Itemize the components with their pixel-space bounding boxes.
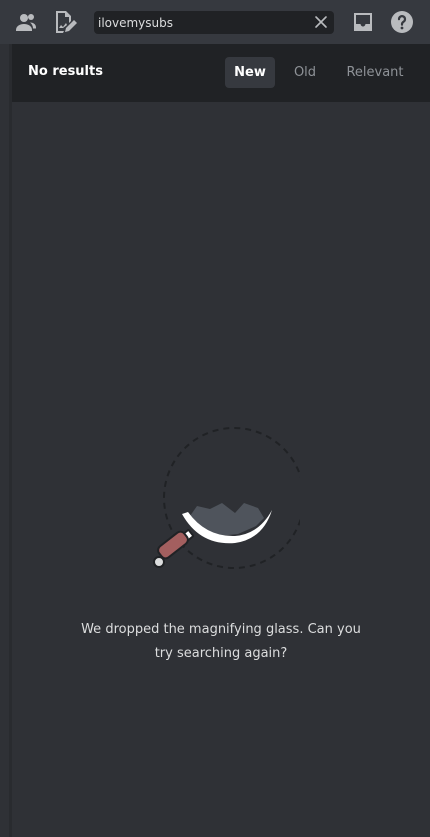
search-input[interactable]	[98, 13, 306, 32]
dropped-magnifying-glass-icon	[153, 427, 300, 569]
results-header: No results New Old Relevant	[12, 44, 430, 102]
search-box[interactable]	[94, 11, 334, 34]
tab-relevant[interactable]: Relevant	[338, 57, 412, 88]
empty-state-line-1: We dropped the magnifying glass. Can you	[81, 622, 361, 637]
help-icon[interactable]	[390, 10, 414, 34]
results-title: No results	[28, 64, 103, 79]
edit-document-icon[interactable]	[53, 10, 77, 34]
inbox-icon[interactable]	[351, 10, 375, 34]
tab-new[interactable]: New	[225, 57, 275, 88]
search-results-panel: No results New Old Relevant We dropped t…	[12, 44, 430, 837]
top-toolbar	[0, 0, 430, 44]
left-scroll-strip	[0, 44, 12, 837]
tab-old[interactable]: Old	[286, 57, 324, 88]
close-icon[interactable]	[314, 15, 328, 29]
empty-state-message: We dropped the magnifying glass. Can you…	[32, 618, 410, 666]
empty-state-line-2: try searching again?	[154, 646, 288, 661]
members-icon[interactable]	[14, 10, 38, 34]
